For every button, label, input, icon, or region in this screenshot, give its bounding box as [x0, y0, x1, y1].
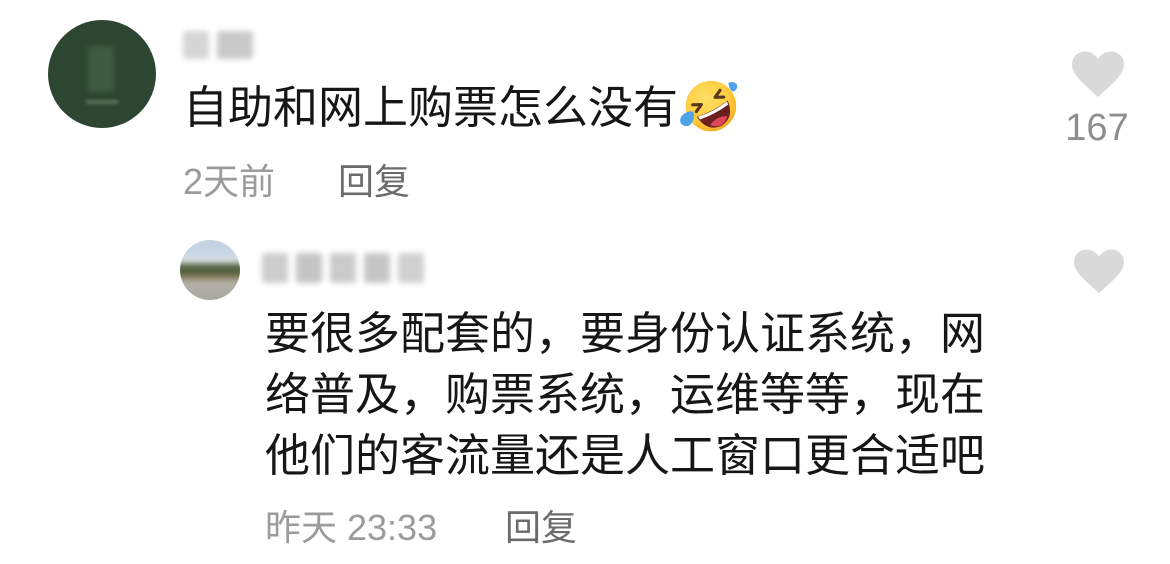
reply-button[interactable]: 回复: [505, 506, 577, 550]
username-blurred[interactable]: [183, 27, 253, 63]
heart-icon[interactable]: [1072, 248, 1126, 296]
like-count: 167: [1065, 107, 1129, 149]
replier-avatar[interactable]: [180, 240, 240, 300]
comment-text: 自助和网上购票怎么没有: [183, 82, 679, 133]
avatar-image-detail: [86, 100, 118, 104]
reply-text-line: 络普及，购票系统，运维等等，现在: [265, 369, 986, 420]
reply-text-line: 他们的客流量还是人工窗口更合适吧: [265, 430, 986, 481]
heart-icon[interactable]: [1070, 50, 1126, 100]
comment-content: 自助和网上购票怎么没有: [183, 77, 740, 139]
username-blurred[interactable]: [262, 250, 424, 286]
avatar-image-detail: [88, 46, 114, 92]
reply-button[interactable]: 回复: [338, 160, 410, 204]
reply-text: 要很多配套的，要身份认证系统，网 络普及，购票系统，运维等等，现在 他们的客流量…: [265, 303, 985, 486]
comment-time: 2天前: [183, 161, 276, 202]
commenter-avatar[interactable]: [48, 20, 156, 128]
rolling-on-the-floor-laughing-emoji: [680, 80, 738, 132]
reply-time: 昨天 23:33: [265, 507, 438, 548]
reply-text-line: 要很多配套的，要身份认证系统，网: [265, 308, 986, 359]
